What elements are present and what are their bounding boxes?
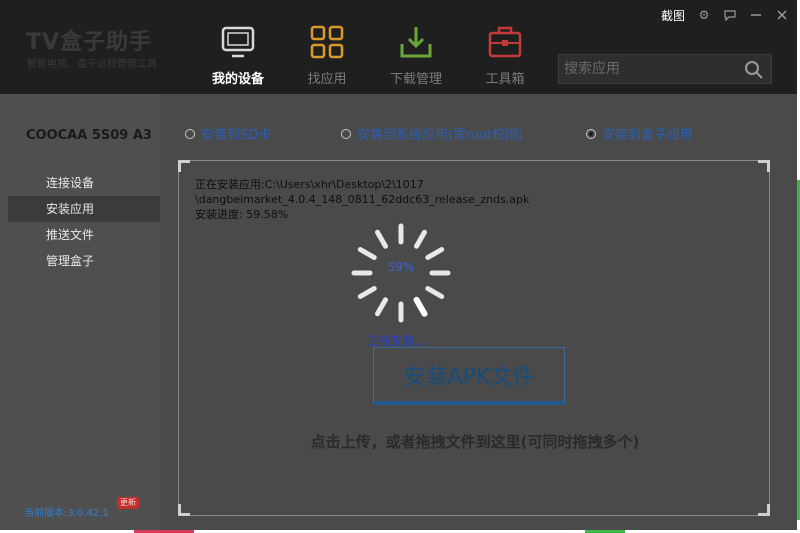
installing-status: 正在安装... <box>367 334 427 348</box>
nav-toolbox[interactable]: 工具箱 <box>465 24 545 87</box>
radio-install-system-app[interactable]: 安装到系统应用(需root权限) <box>341 124 523 143</box>
sidebar: COOCAA 5S09 A3 连接设备 安装应用 推送文件 管理盒子 当前版本:… <box>0 94 160 530</box>
nav-label: 下载管理 <box>389 72 442 87</box>
search-icon[interactable] <box>744 60 764 80</box>
nav-label: 我的设备 <box>211 72 264 87</box>
window-controls: 截图 ⚙ <box>661 6 789 24</box>
nav-find-apps[interactable]: 找应用 <box>287 24 367 87</box>
spinner-percent: 59% <box>387 260 415 274</box>
corner-mark <box>178 160 190 172</box>
update-badge[interactable]: 更新 <box>117 497 139 509</box>
nav-download-manager[interactable]: 下载管理 <box>376 24 456 87</box>
radio-button[interactable] <box>185 128 195 139</box>
radio-install-sd-card[interactable]: 安装到SD卡 <box>185 124 271 143</box>
nav-my-devices[interactable]: 我的设备 <box>198 24 278 87</box>
radio-button-selected[interactable] <box>586 128 596 139</box>
search-box <box>558 54 772 84</box>
gear-icon[interactable]: ⚙ <box>697 8 711 22</box>
corner-mark <box>178 504 190 516</box>
app-logo-subtitle: 智能电视、盒子远程管理工具 <box>27 59 157 70</box>
download-icon <box>400 27 432 58</box>
screenshot-button[interactable]: 截图 <box>661 7 685 24</box>
sidebar-item-install-app[interactable]: 安装应用 <box>8 196 160 222</box>
nav-label: 找应用 <box>307 72 347 87</box>
close-icon[interactable] <box>775 8 789 22</box>
grid-icon <box>310 25 344 59</box>
app-logo-title: TV盒子助手 <box>26 30 153 55</box>
app-header: TV盒子助手 智能电视、盒子远程管理工具 我的设备 找应用 下载管理 工具箱 截… <box>0 0 797 94</box>
search-input[interactable] <box>559 55 739 83</box>
corner-mark <box>758 160 770 172</box>
radio-button[interactable] <box>341 128 351 139</box>
install-path-line2: \dangbeimarket_4.0.4_148_0811_62ddc63_re… <box>195 193 530 206</box>
tv-icon <box>221 26 255 58</box>
version-label: 当前版本:3.0.42.1 <box>24 508 109 519</box>
radio-label: 安装到系统应用(需root权限) <box>357 128 524 143</box>
corner-mark <box>758 504 770 516</box>
radio-install-box-app[interactable]: 安装到盒子应用 <box>586 124 693 143</box>
toolbox-icon <box>488 26 522 58</box>
minimize-icon[interactable] <box>749 8 763 22</box>
sidebar-item-manage-box[interactable]: 管理盒子 <box>8 248 160 274</box>
nav-label: 工具箱 <box>485 72 525 87</box>
sidebar-item-connect-device[interactable]: 连接设备 <box>8 170 160 196</box>
main-panel: 安装到SD卡 安装到系统应用(需root权限) 安装到盒子应用 正在安装应用:C… <box>160 94 797 530</box>
feedback-icon[interactable] <box>723 8 737 22</box>
app-window: TV盒子助手 智能电视、盒子远程管理工具 我的设备 找应用 下载管理 工具箱 截… <box>0 0 797 530</box>
sidebar-item-push-file[interactable]: 推送文件 <box>8 222 160 248</box>
drop-hint: 点击上传，或者拖拽文件到这里(可同时拖拽多个) <box>310 433 640 451</box>
apk-drop-zone[interactable]: 正在安装应用:C:\Users\xhr\Desktop\2\1017 \dang… <box>178 160 770 516</box>
install-path-line1: 正在安装应用:C:\Users\xhr\Desktop\2\1017 <box>195 178 424 191</box>
device-name: COOCAA 5S09 A3 <box>26 128 152 143</box>
radio-label: 安装到SD卡 <box>201 128 272 143</box>
radio-label: 安装到盒子应用 <box>602 128 694 143</box>
install-apk-button[interactable]: 安装APK文件 <box>373 347 565 405</box>
